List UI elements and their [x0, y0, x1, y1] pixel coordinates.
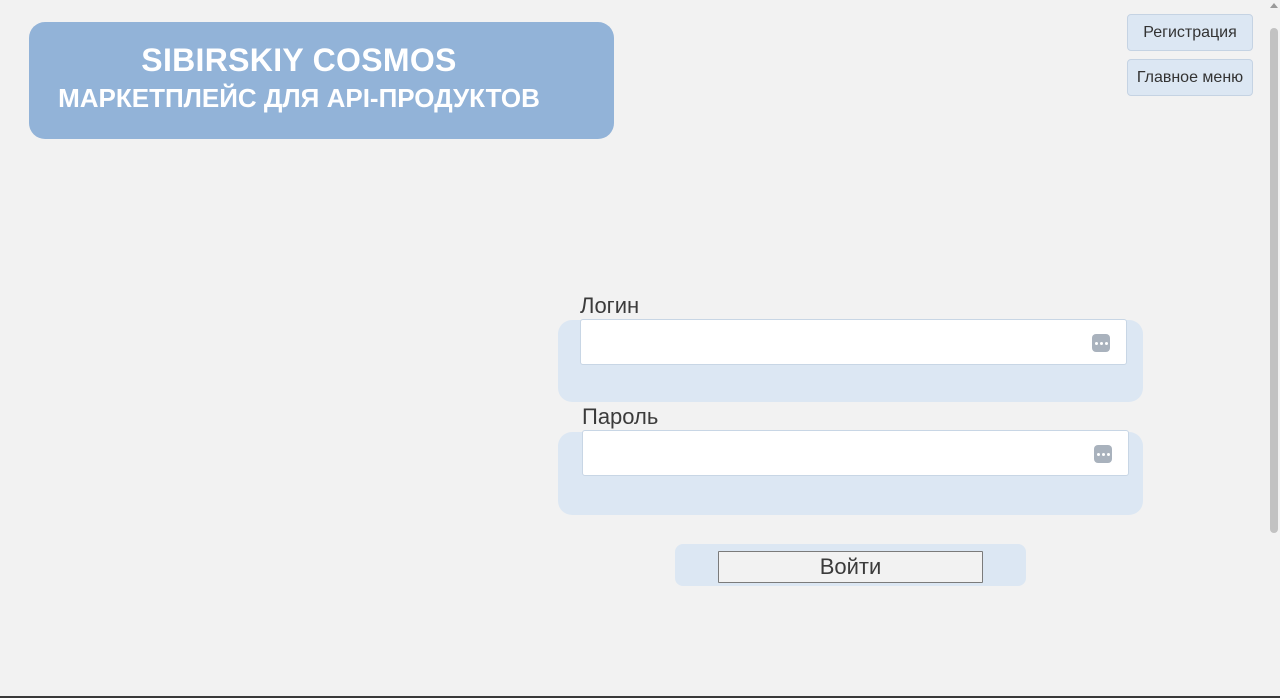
brand-subtitle: МАРКЕТПЛЕЙС ДЛЯ API-ПРОДУКТОВ — [58, 83, 540, 113]
main-menu-button[interactable]: Главное меню — [1127, 59, 1253, 96]
password-label: Пароль — [582, 404, 659, 429]
login-input[interactable] — [581, 320, 1126, 364]
brand-banner: SIBIRSKIY COSMOS МАРКЕТПЛЕЙС ДЛЯ API-ПРО… — [29, 22, 614, 139]
scrollbar-thumb[interactable] — [1270, 28, 1278, 533]
brand-title: SIBIRSKIY COSMOS — [141, 42, 457, 78]
login-submit-button[interactable]: Войти — [718, 551, 983, 583]
scroll-up-arrow-icon[interactable] — [1270, 3, 1278, 8]
password-autofill-icon[interactable] — [1094, 445, 1112, 463]
password-input[interactable] — [583, 431, 1128, 475]
register-button[interactable]: Регистрация — [1127, 14, 1253, 51]
login-input-wrapper — [580, 319, 1127, 365]
login-label: Логин — [580, 293, 640, 318]
password-autofill-icon[interactable] — [1092, 334, 1110, 352]
login-page: SIBIRSKIY COSMOS МАРКЕТПЛЕЙС ДЛЯ API-ПРО… — [0, 0, 1280, 698]
vertical-scrollbar[interactable] — [1268, 0, 1280, 698]
password-input-wrapper — [582, 430, 1129, 476]
